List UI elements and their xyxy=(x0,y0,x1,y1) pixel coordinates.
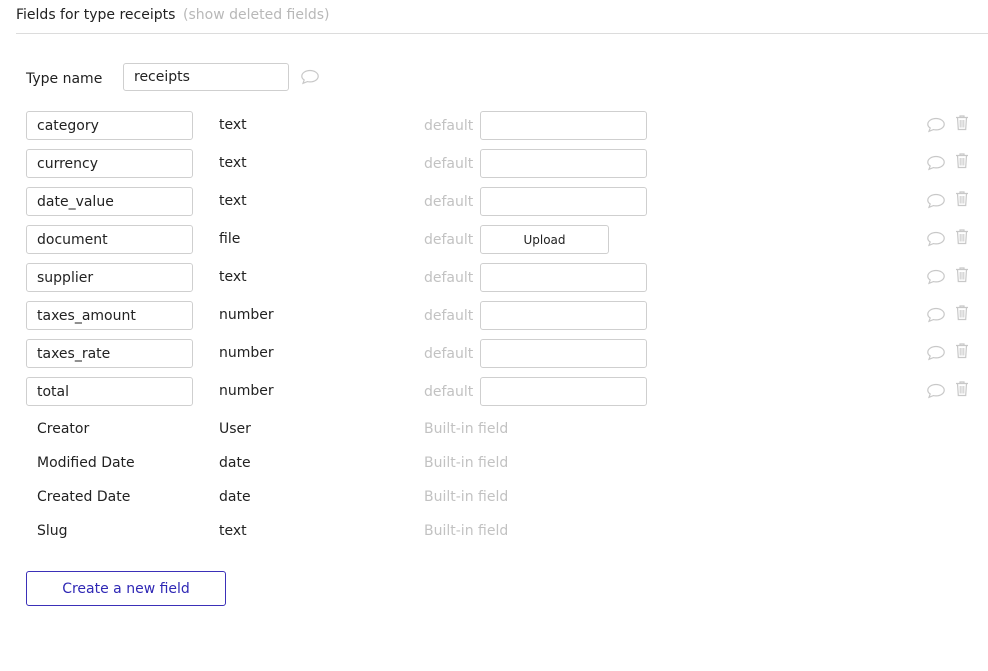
builtin-field-type: date xyxy=(219,489,251,505)
builtin-field-row: Slug text Built-in field xyxy=(0,523,988,543)
builtin-field-note: Built-in field xyxy=(424,421,509,437)
default-value-input[interactable] xyxy=(480,301,647,330)
type-name-input[interactable] xyxy=(123,63,289,91)
builtin-field-row: Created Date date Built-in field xyxy=(0,489,988,509)
default-label: default xyxy=(424,346,474,362)
field-name-input[interactable] xyxy=(26,263,193,292)
default-label: default xyxy=(424,232,474,248)
trash-icon[interactable] xyxy=(955,114,969,135)
default-label: default xyxy=(424,118,474,134)
speech-bubble-icon[interactable] xyxy=(926,307,946,327)
page-header: Fields for type receipts (show deleted f… xyxy=(16,0,988,34)
field-row: text default xyxy=(0,149,988,179)
field-type: number xyxy=(219,345,274,361)
field-name-input[interactable] xyxy=(26,149,193,178)
field-name-input[interactable] xyxy=(26,339,193,368)
builtin-field-type: text xyxy=(219,523,247,539)
field-name-input[interactable] xyxy=(26,301,193,330)
field-row: file default Upload xyxy=(0,225,988,255)
default-value-input[interactable] xyxy=(480,149,647,178)
speech-bubble-icon[interactable] xyxy=(926,383,946,403)
speech-bubble-icon[interactable] xyxy=(926,193,946,213)
trash-icon[interactable] xyxy=(955,380,969,401)
trash-icon[interactable] xyxy=(955,342,969,363)
field-row: text default xyxy=(0,187,988,217)
type-comment-icon[interactable] xyxy=(300,69,320,89)
field-type: number xyxy=(219,307,274,323)
speech-bubble-icon[interactable] xyxy=(926,231,946,251)
field-row: number default xyxy=(0,301,988,331)
builtin-field-row: Modified Date date Built-in field xyxy=(0,455,988,475)
default-value-input[interactable] xyxy=(480,187,647,216)
trash-icon[interactable] xyxy=(955,152,969,173)
field-row: number default xyxy=(0,339,988,369)
speech-bubble-icon[interactable] xyxy=(926,117,946,137)
field-type: number xyxy=(219,383,274,399)
create-new-field-button[interactable]: Create a new field xyxy=(26,571,226,606)
type-name-label: Type name xyxy=(26,71,103,87)
trash-icon[interactable] xyxy=(955,266,969,287)
default-label: default xyxy=(424,308,474,324)
trash-icon[interactable] xyxy=(955,228,969,249)
builtin-field-name: Modified Date xyxy=(37,455,135,471)
builtin-field-note: Built-in field xyxy=(424,489,509,505)
default-label: default xyxy=(424,270,474,286)
builtin-field-note: Built-in field xyxy=(424,455,509,471)
default-value-input[interactable] xyxy=(480,263,647,292)
default-label: default xyxy=(424,156,474,172)
builtin-field-name: Creator xyxy=(37,421,90,437)
trash-icon[interactable] xyxy=(955,304,969,325)
builtin-field-note: Built-in field xyxy=(424,523,509,539)
field-type: text xyxy=(219,193,247,209)
field-name-input[interactable] xyxy=(26,377,193,406)
field-row: number default xyxy=(0,377,988,407)
default-value-input[interactable] xyxy=(480,111,647,140)
default-label: default xyxy=(424,194,474,210)
speech-bubble-icon[interactable] xyxy=(926,155,946,175)
trash-icon[interactable] xyxy=(955,190,969,211)
page-title: Fields for type receipts xyxy=(16,7,176,23)
speech-bubble-icon[interactable] xyxy=(926,269,946,289)
builtin-field-name: Slug xyxy=(37,523,68,539)
builtin-field-type: date xyxy=(219,455,251,471)
field-row: text default xyxy=(0,111,988,141)
builtin-field-row: Creator User Built-in field xyxy=(0,421,988,441)
field-type: file xyxy=(219,231,241,247)
default-value-input[interactable] xyxy=(480,339,647,368)
field-name-input[interactable] xyxy=(26,187,193,216)
builtin-field-type: User xyxy=(219,421,251,437)
field-type: text xyxy=(219,269,247,285)
field-row: text default xyxy=(0,263,988,293)
upload-button[interactable]: Upload xyxy=(480,225,609,254)
show-deleted-fields-link[interactable]: (show deleted fields) xyxy=(183,7,330,23)
default-label: default xyxy=(424,384,474,400)
default-value-input[interactable] xyxy=(480,377,647,406)
speech-bubble-icon[interactable] xyxy=(926,345,946,365)
field-name-input[interactable] xyxy=(26,111,193,140)
field-type: text xyxy=(219,117,247,133)
field-type: text xyxy=(219,155,247,171)
field-name-input[interactable] xyxy=(26,225,193,254)
builtin-field-name: Created Date xyxy=(37,489,131,505)
